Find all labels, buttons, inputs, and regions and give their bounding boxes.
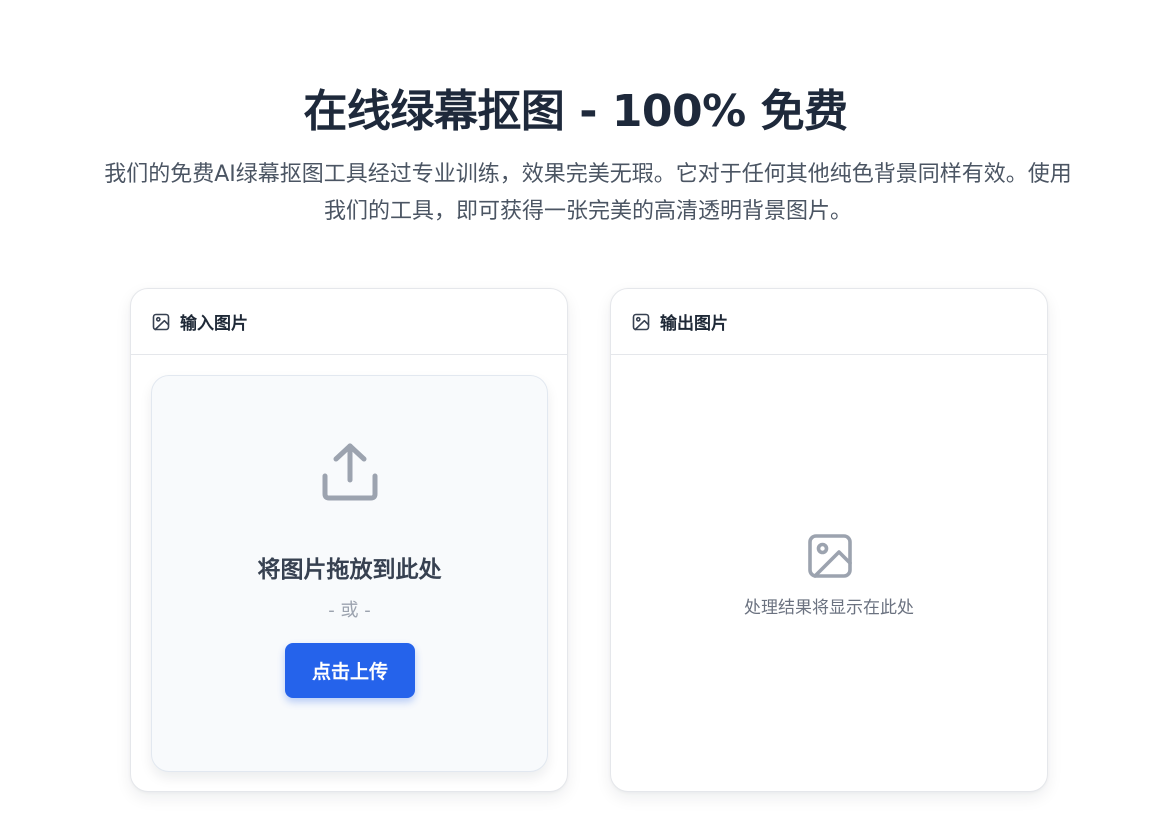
upload-button[interactable]: 点击上传 [285, 643, 415, 698]
output-placeholder-text: 处理结果将显示在此处 [744, 598, 914, 618]
output-image-card: 输出图片 处理结果将显示在此处 [610, 288, 1048, 792]
input-card-title: 输入图片 [180, 314, 248, 334]
output-card-header: 输出图片 [611, 289, 1047, 355]
page: 在线绿幕抠图 - 100% 免费 我们的免费AI绿幕抠图工具经过专业训练，效果完… [0, 0, 1151, 838]
page-title: 在线绿幕抠图 - 100% 免费 [303, 86, 848, 137]
image-icon [631, 312, 651, 332]
dropzone-title: 将图片拖放到此处 [257, 557, 442, 583]
upload-icon [318, 440, 382, 504]
page-description: 我们的免费AI绿幕抠图工具经过专业训练，效果完美无瑕。它对于任何其他纯色背景同样… [104, 162, 1072, 224]
dropzone-or-text: - 或 - [328, 600, 371, 621]
image-dropzone[interactable]: 将图片拖放到此处 - 或 - 点击上传 [151, 375, 548, 772]
image-icon [151, 312, 171, 332]
image-placeholder-icon [807, 533, 853, 579]
output-card-title: 输出图片 [660, 314, 728, 334]
output-preview-area: 处理结果将显示在此处 [611, 356, 1047, 791]
input-card-header: 输入图片 [131, 289, 567, 355]
input-image-card: 输入图片 将图片拖放到此处 - 或 - 点击上传 [130, 288, 568, 792]
